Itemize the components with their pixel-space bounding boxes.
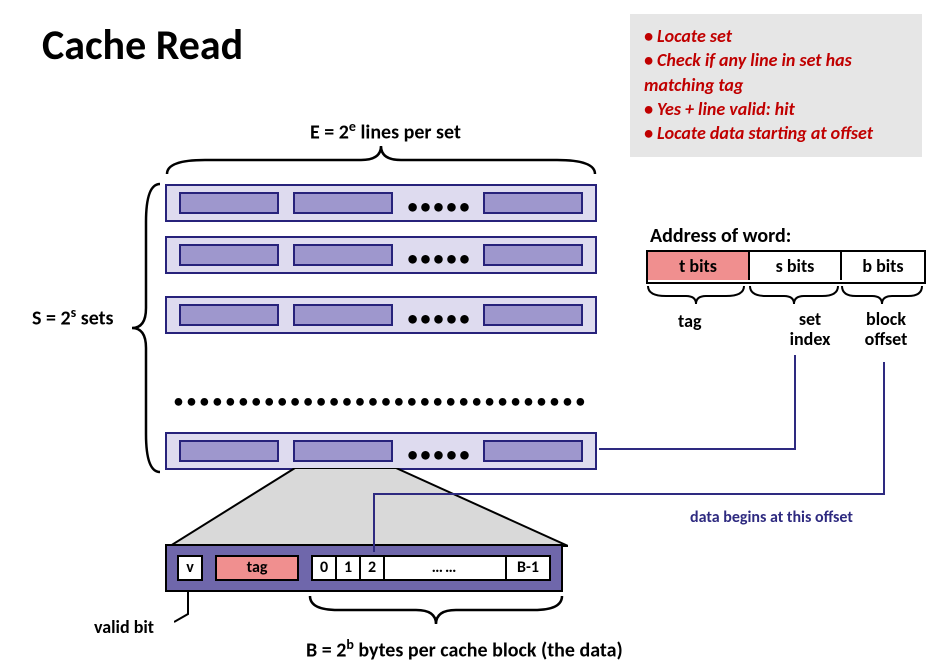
- cache-set-row: •••••: [165, 296, 597, 334]
- address-s-bits: s bits: [748, 252, 840, 280]
- cache-line: [179, 440, 279, 462]
- ellipsis-icon: •••••: [403, 307, 477, 331]
- brace-set-icon: [748, 284, 840, 308]
- valid-bit-label: valid bit: [94, 616, 154, 638]
- sets-count-label: S = 2s sets: [32, 304, 114, 331]
- address-b-bits: b bits: [840, 252, 924, 280]
- brace-tag-icon: [646, 284, 746, 308]
- top-brace-icon: [165, 142, 597, 176]
- cache-line: [179, 244, 279, 266]
- cache-line: [483, 192, 583, 214]
- ellipsis-icon: •••••: [403, 195, 477, 219]
- addr-label-set-index: set index: [780, 310, 840, 350]
- bottom-brace-icon: [308, 594, 564, 626]
- cache-set-row: •••••: [165, 184, 597, 222]
- algo-step-3: • Yes + line valid: hit: [644, 97, 912, 121]
- cache-line: [293, 304, 393, 326]
- cache-line: [293, 192, 393, 214]
- algo-step-1: • Locate set: [644, 24, 912, 48]
- block-offset-connector-icon: [370, 362, 890, 572]
- address-header: Address of word:: [650, 224, 791, 248]
- addr-label-tag: tag: [678, 310, 701, 332]
- brace-block-icon: [840, 284, 924, 308]
- valid-bit-pointer-icon: [174, 592, 214, 624]
- algorithm-box: • Locate set • Check if any line in set …: [630, 14, 922, 157]
- tag-field-box: tag: [215, 555, 299, 581]
- cache-line: [179, 304, 279, 326]
- algo-step-4: • Locate data starting at offset: [644, 121, 912, 145]
- addr-label-block-offset: block offset: [856, 310, 916, 350]
- offset-note: data begins at this offset: [690, 508, 853, 527]
- ellipsis-icon: •••••: [403, 247, 477, 271]
- address-t-bits: t bits: [648, 252, 748, 280]
- cache-line: [179, 192, 279, 214]
- left-brace-icon: [128, 182, 162, 474]
- byte-cell: 0: [311, 555, 337, 581]
- cache-line: [483, 244, 583, 266]
- bytes-per-block-label: B = 2b bytes per cache block (the data): [306, 636, 623, 663]
- valid-bit-box: v: [177, 555, 203, 581]
- cache-line: [293, 244, 393, 266]
- lines-per-set-label: E = 2e lines per set: [310, 118, 461, 145]
- slide-title: Cache Read: [42, 20, 243, 71]
- cache-line: [483, 304, 583, 326]
- byte-cell: 1: [335, 555, 361, 581]
- cache-set-row: •••••: [165, 236, 597, 274]
- algo-step-2: • Check if any line in set has matching …: [644, 48, 912, 97]
- address-fields: t bits s bits b bits: [646, 250, 926, 284]
